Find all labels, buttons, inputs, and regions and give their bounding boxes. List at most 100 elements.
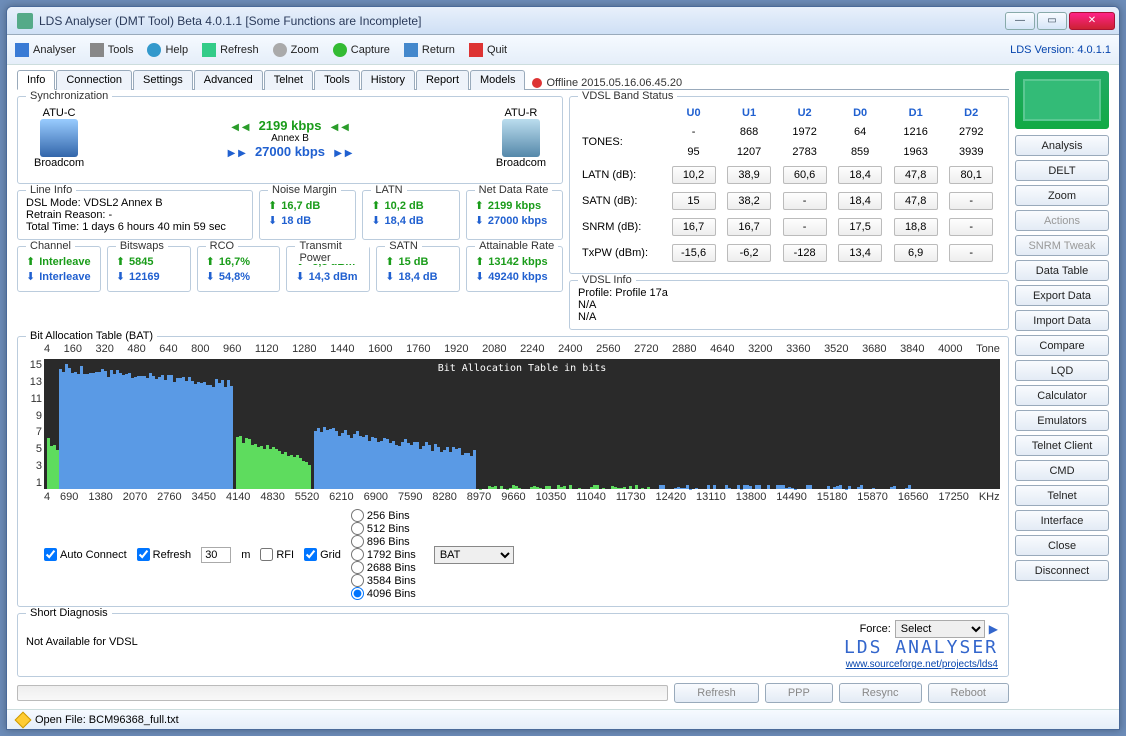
rfi-checkbox[interactable]: RFI (260, 548, 294, 561)
channel-box: Channel ⬆Interleave ⬇Interleave (17, 246, 101, 292)
tools-button[interactable]: Tools (90, 43, 134, 57)
telnet-button[interactable]: Telnet (1015, 485, 1109, 506)
status-bar: Open File: BCM96368_full.txt (7, 709, 1119, 729)
app-window: LDS Analyser (DMT Tool) Beta 4.0.1.1 [So… (6, 6, 1120, 730)
capture-button[interactable]: Capture (333, 43, 390, 57)
maximize-button[interactable]: ▭ (1037, 12, 1067, 30)
data-table-button[interactable]: Data Table (1015, 260, 1109, 281)
pc-icon (40, 119, 78, 157)
zoom-icon (273, 43, 287, 57)
delt-button[interactable]: DELT (1015, 160, 1109, 181)
bat-chart[interactable]: 15131197531 Bit Allocation Table in bits (44, 359, 1000, 489)
version-label: LDS Version: 4.0.1.1 (1010, 44, 1111, 56)
tools-icon (90, 43, 104, 57)
tab-telnet[interactable]: Telnet (264, 70, 313, 90)
analyser-button[interactable]: Analyser (15, 43, 76, 57)
rco-box: RCO ⬆16,7% ⬇54,8% (197, 246, 281, 292)
calculator-button[interactable]: Calculator (1015, 385, 1109, 406)
attainable-rate-box: Attainable Rate ⬆13142 kbps ⬇49240 kbps (466, 246, 563, 292)
close-side-button[interactable]: Close (1015, 535, 1109, 556)
export-data-button[interactable]: Export Data (1015, 285, 1109, 306)
ppp-button[interactable]: PPP (765, 683, 833, 703)
bins-radio-6[interactable]: 4096 Bins (351, 587, 416, 600)
app-icon (17, 13, 33, 29)
interface-button[interactable]: Interface (1015, 510, 1109, 531)
annex-label: Annex B (84, 133, 496, 144)
import-data-button[interactable]: Import Data (1015, 310, 1109, 331)
satn-box: SATN ⬆15 dB ⬇18,4 dB (376, 246, 460, 292)
telnet-client-button[interactable]: Telnet Client (1015, 435, 1109, 456)
cmd-button[interactable]: CMD (1015, 460, 1109, 481)
emulators-button[interactable]: Emulators (1015, 410, 1109, 431)
noise-margin-box: Noise Margin ⬆16,7 dB ⬇18 dB (259, 190, 356, 240)
bins-radio-0[interactable]: 256 Bins (351, 509, 416, 522)
bins-radio-2[interactable]: 896 Bins (351, 535, 416, 548)
line-info-box: Line Info DSL Mode: VDSL2 Annex B Retrai… (17, 190, 253, 240)
zoom-button[interactable]: Zoom (273, 43, 319, 57)
bottom-buttons: Refresh PPP Resync Reboot (17, 683, 1009, 703)
close-button[interactable]: ✕ (1069, 12, 1115, 30)
tab-tools[interactable]: Tools (314, 70, 360, 90)
refresh-bottom-button[interactable]: Refresh (674, 683, 759, 703)
return-icon (404, 43, 418, 57)
status-file: Open File: BCM96368_full.txt (35, 714, 179, 726)
lqd-button[interactable]: LQD (1015, 360, 1109, 381)
window-title: LDS Analyser (DMT Tool) Beta 4.0.1.1 [So… (39, 14, 1005, 28)
offline-icon (532, 78, 542, 88)
transmit-power-box: Transmit Power ⬆-5,8 dBm ⬇14,3 dBm (286, 246, 370, 292)
tab-report[interactable]: Report (416, 70, 469, 90)
analysis-button[interactable]: Analysis (1015, 135, 1109, 156)
atu-r: ATU-R Broadcom (496, 107, 546, 169)
actions-button[interactable]: Actions (1015, 210, 1109, 231)
tab-connection[interactable]: Connection (56, 70, 132, 90)
downstream-rate: 27000 kbps (255, 144, 325, 159)
bins-radio-1[interactable]: 512 Bins (351, 522, 416, 535)
help-button[interactable]: Help (147, 43, 188, 57)
router-icon (502, 119, 540, 157)
minimize-button[interactable]: — (1005, 12, 1035, 30)
refresh-button[interactable]: Refresh (202, 43, 259, 57)
refresh-checkbox[interactable]: Refresh (137, 548, 192, 561)
play-icon[interactable]: ▶ (989, 622, 998, 636)
reboot-button[interactable]: Reboot (928, 683, 1009, 703)
tab-info[interactable]: Info (17, 70, 55, 90)
bat-select[interactable]: BAT (434, 546, 514, 564)
atu-c: ATU-C Broadcom (34, 107, 84, 169)
bins-radio-5[interactable]: 3584 Bins (351, 574, 416, 587)
return-button[interactable]: Return (404, 43, 455, 57)
titlebar: LDS Analyser (DMT Tool) Beta 4.0.1.1 [So… (7, 7, 1119, 35)
sync-legend: Synchronization (26, 90, 112, 102)
force-select[interactable]: Select (895, 620, 985, 638)
latn-box: LATN ⬆10,2 dB ⬇18,4 dB (362, 190, 459, 240)
bins-radio-3[interactable]: 1792 Bins (351, 548, 416, 561)
refresh-spinner[interactable] (201, 547, 231, 563)
tab-bar: InfoConnectionSettingsAdvancedTelnetTool… (17, 69, 1009, 90)
toolbar: Analyser Tools Help Refresh Zoom Capture… (7, 35, 1119, 65)
disconnect-button[interactable]: Disconnect (1015, 560, 1109, 581)
zoom-side-button[interactable]: Zoom (1015, 185, 1109, 206)
tab-advanced[interactable]: Advanced (194, 70, 263, 90)
resync-button[interactable]: Resync (839, 683, 922, 703)
vdsl-band-box: VDSL Band Status U0U1U2D0D1D2TONES:-8681… (569, 96, 1009, 274)
capture-icon (333, 43, 347, 57)
auto-connect-checkbox[interactable]: Auto Connect (44, 548, 127, 561)
sync-box: Synchronization ATU-C Broadcom ◀ ◀ 2199 … (17, 96, 563, 184)
grid-checkbox[interactable]: Grid (304, 548, 341, 561)
analyser-icon (15, 43, 29, 57)
compare-button[interactable]: Compare (1015, 335, 1109, 356)
snrm-tweak-button[interactable]: SNRM Tweak (1015, 235, 1109, 256)
tab-settings[interactable]: Settings (133, 70, 193, 90)
offline-status: Offline 2015.05.16.06.45.20 (532, 77, 682, 89)
tab-history[interactable]: History (361, 70, 415, 90)
vdsl-info-box: VDSL Info Profile: Profile 17a N/A N/A (569, 280, 1009, 330)
tab-models[interactable]: Models (470, 70, 525, 90)
diagnosis-box: Short Diagnosis Not Available for VDSL F… (17, 613, 1009, 677)
bat-box: Bit Allocation Table (BAT) 4160320480640… (17, 336, 1009, 607)
logo-text: LDS ANALYSER (844, 637, 998, 658)
refresh-icon (202, 43, 216, 57)
bat-options: Auto Connect Refresh m RFI Grid 256 Bins… (44, 509, 1000, 600)
project-link[interactable]: www.sourceforge.net/projects/lds4 (846, 659, 998, 670)
window-buttons: — ▭ ✕ (1005, 12, 1115, 30)
bins-radio-4[interactable]: 2688 Bins (351, 561, 416, 574)
quit-button[interactable]: Quit (469, 43, 507, 57)
